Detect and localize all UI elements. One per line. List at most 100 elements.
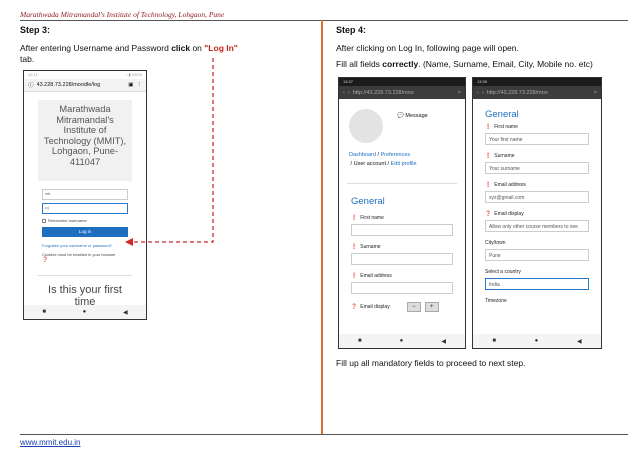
message-button[interactable]: 💬 Message	[397, 113, 428, 119]
field-timezone-label: Timezone	[485, 298, 589, 304]
back-icon[interactable]: ◀	[577, 338, 582, 345]
label-text: First name	[494, 124, 518, 130]
step3-text-click: click	[171, 43, 191, 53]
username-input[interactable]: mit	[42, 189, 128, 200]
phone2-url[interactable]: http://43.228.73.228/moo	[353, 90, 455, 96]
section-general-heading[interactable]: General	[351, 196, 453, 207]
step4-line1: After clicking on Log In, following page…	[336, 43, 519, 53]
recent-apps-icon[interactable]: ■	[42, 309, 46, 315]
breadcrumb-edit-profile: Edit profile	[390, 161, 417, 167]
message-label: Message	[405, 113, 428, 119]
phone2-urlbar[interactable]: ‹ › http://43.228.73.228/moo ×	[339, 86, 465, 99]
phone3-urlbar[interactable]: ‹ › http://43.228.73.228/moo ×	[473, 86, 601, 99]
field-first-name-label: ❗ First name	[485, 124, 589, 130]
institute-header: Marathwada Mitramandal's Institute of Te…	[20, 10, 225, 19]
footer-link[interactable]: www.mmit.edu.in	[20, 438, 80, 447]
field-surname-label: ❗ Surname	[351, 244, 453, 250]
section-general-heading[interactable]: General	[485, 109, 589, 120]
help-icon[interactable]: ❓	[351, 304, 357, 310]
step4-line2-bold: correctly	[382, 59, 419, 69]
forgot-password-link[interactable]: Forgotten your username or password?	[42, 243, 128, 248]
step3-text-login: "Log In"	[204, 43, 238, 53]
login-button[interactable]: Log in	[42, 227, 128, 237]
label-text: Email address	[494, 182, 526, 188]
required-icon: ❗	[351, 273, 358, 279]
zoom-in-icon[interactable]: +	[424, 302, 439, 312]
label-text: Email address	[360, 273, 392, 279]
help-icon[interactable]: ❓	[42, 257, 128, 263]
surname-input[interactable]: Your surname	[485, 162, 589, 174]
required-icon: ❗	[485, 153, 492, 159]
country-select[interactable]: India	[485, 278, 589, 290]
column-divider	[321, 20, 323, 434]
field-city-label: City/town	[485, 240, 589, 246]
password-input[interactable]: ••|	[42, 203, 128, 214]
phone2-navbar: ■ ● ◀	[339, 334, 465, 348]
step3-text-post: tab.	[20, 53, 35, 64]
forward-arrow-icon[interactable]: ›	[348, 90, 350, 96]
phone2-profile-screenshot: 13:37 ‹ › http://43.228.73.228/moo × 💬 M…	[338, 77, 466, 349]
required-icon: ❗	[485, 124, 492, 130]
phone1-time: 12:11	[28, 72, 38, 77]
school-line: Lohgaon, Pune-	[51, 146, 119, 156]
label-text: Select a country	[485, 269, 521, 275]
zoom-out-icon[interactable]: −	[406, 302, 421, 312]
help-icon[interactable]: ❓	[485, 211, 491, 217]
step4-line2-post: . (Name, Surname, Email, City, Mobile no…	[418, 59, 593, 69]
back-icon[interactable]: ◀	[441, 338, 446, 345]
field-surname-label: ❗ Surname	[485, 153, 589, 159]
step3-title: Step 3:	[20, 25, 51, 35]
home-icon[interactable]: ●	[83, 309, 87, 315]
checkbox-box[interactable]	[42, 218, 46, 223]
breadcrumb: Dashboard / Preferences / User account /…	[349, 152, 417, 167]
phone3-url[interactable]: http://43.228.73.228/moo	[487, 90, 591, 96]
field-email-display-label: ❓ Email display − +	[351, 302, 453, 312]
city-input[interactable]: Pune	[485, 249, 589, 261]
bottom-rule	[20, 434, 628, 435]
top-rule	[20, 20, 628, 21]
back-icon[interactable]: ◀	[123, 309, 128, 316]
breadcrumb-user-account[interactable]: User account	[354, 161, 386, 167]
breadcrumb-dashboard[interactable]: Dashboard	[349, 152, 376, 158]
field-email-label: ❗ Email address	[351, 273, 453, 279]
step4-bottom-note: Fill up all mandatory fields to proceed …	[336, 358, 526, 368]
label-text: Email display	[360, 304, 390, 310]
required-icon: ❗	[351, 215, 358, 221]
step3-text-pre: After entering Username and Password	[20, 43, 172, 53]
phone3-time: 13:39	[477, 79, 488, 84]
back-arrow-icon[interactable]: ‹	[343, 90, 345, 96]
phone2-time: 13:37	[343, 79, 354, 84]
phone1-url[interactable]: 43.228.73.228/moodle/log	[37, 82, 126, 88]
recent-apps-icon[interactable]: ■	[358, 338, 362, 344]
email-input[interactable]: xyz@gmail.com	[485, 191, 589, 203]
close-icon[interactable]: ×	[594, 90, 597, 96]
close-icon[interactable]: ×	[458, 90, 461, 96]
general-section: General ❗ First name ❗ Surname ❗ Email addr…	[347, 183, 457, 312]
cookie-text: Cookies must be enabled in your browser	[42, 252, 116, 257]
phone3-navbar: ■ ● ◀	[473, 334, 601, 348]
first-name-input[interactable]: Your first name	[485, 133, 589, 145]
first-name-input[interactable]	[351, 224, 453, 236]
avatar[interactable]	[349, 109, 383, 143]
email-display-select[interactable]: Allow only other course members to see	[485, 220, 589, 232]
field-first-name-label: ❗ First name	[351, 215, 453, 221]
back-arrow-icon[interactable]: ‹	[477, 90, 479, 96]
remember-username-checkbox[interactable]: Remember username	[42, 218, 128, 223]
recent-apps-icon[interactable]: ■	[492, 338, 496, 344]
school-line: Mitramandal's	[56, 114, 114, 125]
label-text: Surname	[360, 244, 381, 250]
label-text: Surname	[494, 153, 515, 159]
zoom-controls: − +	[406, 302, 439, 312]
required-icon: ❗	[485, 182, 492, 188]
cookie-note: Cookies must be enabled in your browser …	[42, 252, 128, 263]
breadcrumb-preferences[interactable]: Preferences	[381, 152, 411, 158]
info-icon: ⓘ	[28, 83, 34, 89]
email-input[interactable]	[351, 282, 453, 294]
forward-arrow-icon[interactable]: ›	[482, 90, 484, 96]
home-icon[interactable]: ●	[400, 338, 404, 344]
field-email-label: ❗ Email address	[485, 182, 589, 188]
phone2-statusbar: 13:37	[339, 78, 465, 86]
surname-input[interactable]	[351, 253, 453, 265]
step4-title: Step 4:	[336, 25, 367, 35]
home-icon[interactable]: ●	[535, 338, 539, 344]
